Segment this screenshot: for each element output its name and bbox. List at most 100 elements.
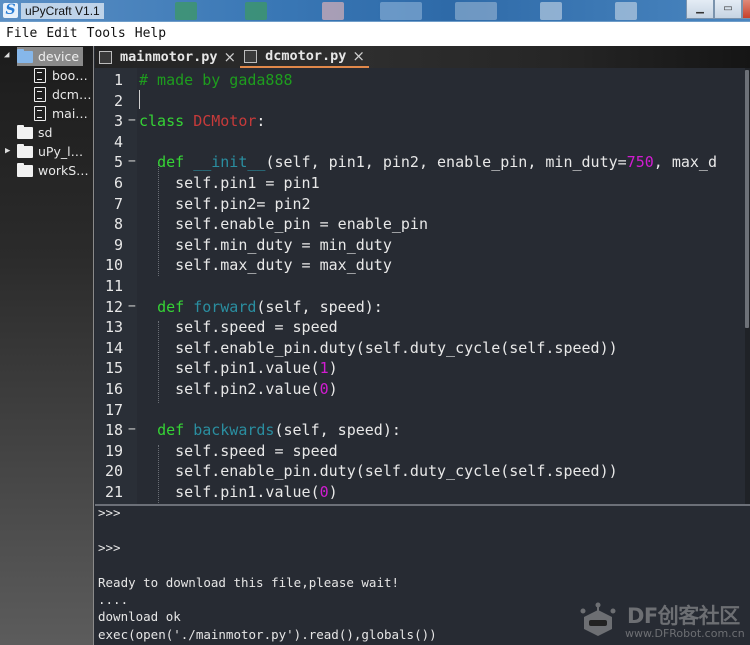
line-number: 19 bbox=[104, 441, 123, 460]
tree-label: workS… bbox=[38, 163, 89, 178]
line-number: 5 bbox=[113, 153, 123, 172]
line-number: 14 bbox=[104, 338, 123, 357]
folder-icon bbox=[17, 162, 33, 177]
code-line[interactable]: 3− class DCMotor: bbox=[95, 111, 750, 132]
minimize-icon: ▁ bbox=[696, 3, 704, 14]
expand-arrow-icon[interactable]: ◢ bbox=[4, 50, 9, 60]
code-text: self.min_duty = min_duty bbox=[139, 235, 392, 254]
window-title: uPyCraft V1.1 bbox=[21, 3, 104, 19]
tree-label: mai… bbox=[52, 106, 88, 121]
code-text: def __init__(self, pin1, pin2, enable_pi… bbox=[157, 153, 717, 172]
tree-folder-device[interactable]: device bbox=[17, 47, 84, 66]
line-number: 10 bbox=[104, 256, 123, 275]
folder-icon bbox=[17, 124, 33, 139]
code-text: self.pin1.value(0) bbox=[139, 483, 338, 501]
file-icon bbox=[34, 106, 46, 121]
shell-output-line: .... bbox=[98, 592, 129, 607]
line-number: 11 bbox=[104, 277, 123, 295]
robot-logo-icon bbox=[580, 602, 616, 636]
menu-bar: File Edit Tools Help bbox=[0, 22, 750, 46]
folder-icon bbox=[17, 143, 33, 158]
file-icon bbox=[34, 87, 46, 102]
code-line[interactable]: 18− def backwards(self, speed): bbox=[95, 420, 750, 441]
code-line[interactable]: 14 self.enable_pin.duty(self.duty_cycle(… bbox=[95, 338, 750, 359]
line-number: 13 bbox=[104, 318, 123, 337]
maximize-button[interactable]: ▭ bbox=[714, 0, 742, 19]
code-line[interactable]: 16 self.pin2.value(0) bbox=[95, 379, 750, 400]
code-line[interactable]: 19 self.speed = speed bbox=[95, 441, 750, 462]
code-text: # made by gada888 bbox=[139, 71, 293, 89]
code-line[interactable]: 4 bbox=[95, 132, 750, 153]
taskbar-app-icon bbox=[322, 2, 344, 20]
code-line[interactable]: 1 # made by gada888 bbox=[95, 70, 750, 91]
code-text: def forward(self, speed): bbox=[157, 297, 383, 316]
tab-mainmotor[interactable]: mainmotor.py × bbox=[95, 46, 240, 68]
line-number: 4 bbox=[113, 132, 123, 151]
fold-toggle-icon[interactable]: − bbox=[128, 152, 136, 173]
folder-icon bbox=[17, 48, 33, 63]
code-text: self.enable_pin.duty(self.duty_cycle(sel… bbox=[139, 338, 618, 357]
tree-label: sd bbox=[38, 125, 53, 140]
code-line[interactable]: 17 bbox=[95, 400, 750, 421]
tree-folder-workspace[interactable]: workS… bbox=[17, 161, 89, 180]
code-line[interactable]: 8 self.enable_pin = enable_pin bbox=[95, 214, 750, 235]
tab-label: mainmotor.py bbox=[120, 49, 218, 65]
code-line[interactable]: 13 self.speed = speed bbox=[95, 317, 750, 338]
watermark-url: www.DFRobot.com.cn bbox=[625, 627, 745, 640]
tab-close-icon[interactable]: × bbox=[224, 48, 237, 66]
code-line[interactable]: 6 self.pin1 = pin1 bbox=[95, 173, 750, 194]
code-editor[interactable]: 1 # made by gada888 2 3− class DCMotor: 4 5− d… bbox=[95, 68, 750, 504]
code-line[interactable]: 11 bbox=[95, 276, 750, 297]
line-number: 18 bbox=[104, 421, 123, 440]
line-number: 16 bbox=[104, 380, 123, 398]
tree-file-boot[interactable]: boo… bbox=[34, 66, 88, 85]
line-number: 7 bbox=[113, 194, 123, 213]
maximize-icon: ▭ bbox=[723, 3, 733, 14]
line-number: 15 bbox=[104, 359, 123, 378]
menu-help[interactable]: Help bbox=[135, 23, 166, 45]
tree-folder-sd[interactable]: sd bbox=[17, 123, 52, 142]
code-text: def backwards(self, speed): bbox=[157, 421, 401, 440]
menu-tools[interactable]: Tools bbox=[87, 23, 126, 45]
dfrobot-watermark: DF创客社区 www.DFRobot.com.cn bbox=[575, 596, 750, 644]
code-line[interactable]: 12− def forward(self, speed): bbox=[95, 297, 750, 318]
shell-output-line: exec(open('./mainmotor.py').read(),globa… bbox=[98, 626, 437, 642]
tree-folder-upy-lib[interactable]: uPy_l… bbox=[17, 142, 83, 161]
code-line[interactable]: 2 bbox=[95, 91, 750, 112]
tree-file-dcmotor[interactable]: dcm… bbox=[34, 85, 91, 104]
line-number: 20 bbox=[104, 462, 123, 481]
code-line[interactable]: 10 self.max_duty = max_duty bbox=[95, 255, 750, 276]
fold-toggle-icon[interactable]: − bbox=[128, 111, 136, 132]
minimize-button[interactable]: ▁ bbox=[686, 0, 714, 19]
line-number: 12 bbox=[104, 297, 123, 316]
close-button[interactable] bbox=[742, 0, 750, 19]
tree-label: dcm… bbox=[52, 87, 92, 102]
tree-file-main[interactable]: mai… bbox=[34, 104, 88, 123]
collapse-arrow-icon[interactable]: ▶ bbox=[5, 146, 10, 156]
repl-prompt: >>> bbox=[98, 539, 121, 555]
fold-toggle-icon[interactable]: − bbox=[128, 297, 136, 318]
file-tree-sidebar: ◢ device boo… dcm… mai… sd ▶ uPy_l… work… bbox=[0, 46, 94, 645]
taskbar-app-icon bbox=[175, 2, 197, 20]
code-line[interactable]: 7 self.pin2= pin2 bbox=[95, 194, 750, 215]
shell-output-line: Ready to download this file,please wait! bbox=[98, 574, 400, 590]
menu-file[interactable]: File bbox=[6, 23, 37, 45]
tab-label: dcmotor.py bbox=[265, 48, 347, 64]
menu-edit[interactable]: Edit bbox=[46, 23, 77, 45]
line-number: 8 bbox=[113, 215, 123, 234]
file-tab-icon bbox=[244, 49, 258, 63]
repl-prompt: >>> bbox=[98, 505, 121, 520]
code-line[interactable]: 20 self.enable_pin.duty(self.duty_cycle(… bbox=[95, 461, 750, 482]
fold-toggle-icon[interactable]: − bbox=[128, 420, 136, 441]
code-line[interactable]: 9 self.min_duty = min_duty bbox=[95, 235, 750, 256]
code-text: class DCMotor: bbox=[139, 112, 266, 131]
code-line[interactable]: 15 self.pin1.value(1) bbox=[95, 358, 750, 379]
taskbar-app-icon bbox=[245, 2, 267, 20]
code-text: self.pin2.value(0) bbox=[139, 380, 338, 398]
window-titlebar: S uPyCraft V1.1 ▁ ▭ bbox=[0, 0, 750, 22]
code-line[interactable]: 5− def __init__(self, pin1, pin2, enable… bbox=[95, 152, 750, 173]
code-line[interactable]: 21 self.pin1.value(0) bbox=[95, 482, 750, 503]
tab-dcmotor[interactable]: dcmotor.py × bbox=[240, 46, 369, 68]
tab-close-icon[interactable]: × bbox=[352, 47, 365, 65]
code-text: self.enable_pin = enable_pin bbox=[139, 215, 428, 234]
